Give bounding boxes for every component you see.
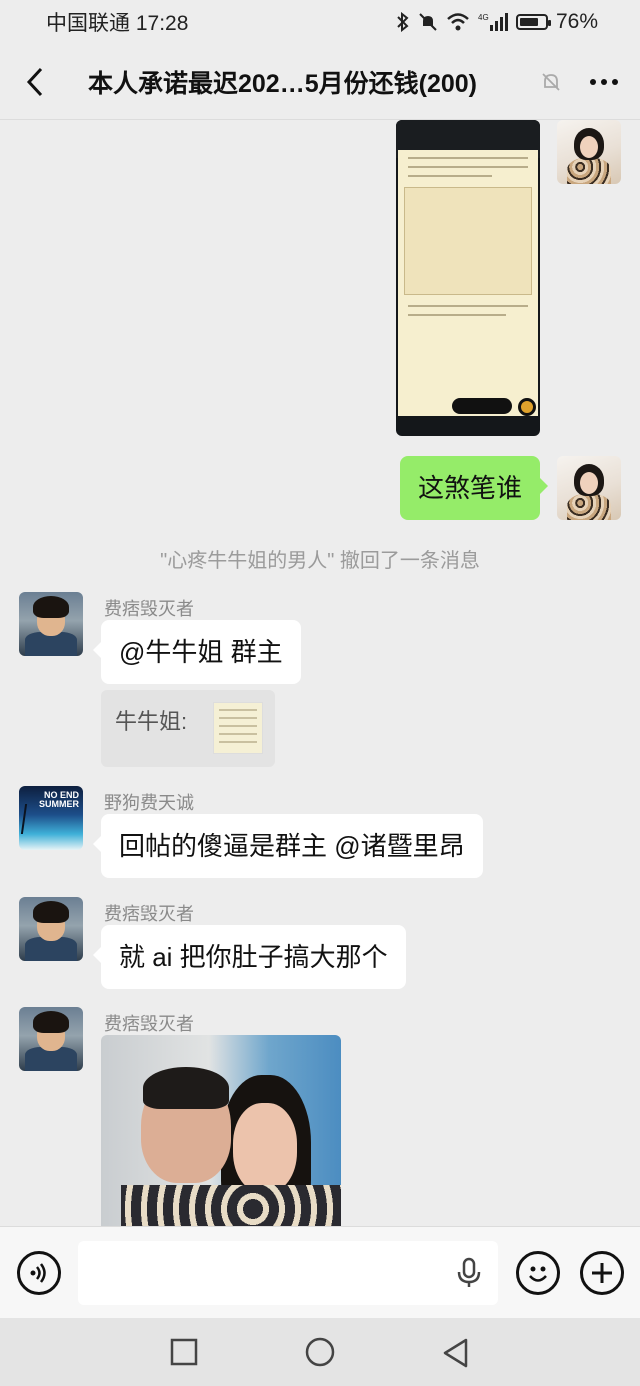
back-button[interactable] — [0, 44, 70, 120]
avatar-self[interactable] — [557, 456, 621, 520]
battery-fill — [519, 18, 539, 26]
message-bubble[interactable]: 回帖的傻逼是群主 @诸暨里昂 — [93, 814, 483, 878]
chevron-left-icon — [26, 67, 43, 96]
emoji-button[interactable] — [516, 1251, 560, 1295]
chat-area[interactable]: 这煞笔谁 "心疼牛牛姐的男人" 撤回了一条消息 费痞毁灭者 @牛牛姐 群主 牛牛… — [0, 120, 640, 1226]
message-input[interactable] — [78, 1241, 498, 1305]
status-icons: 4G 76% — [396, 10, 598, 34]
sent-message-bubble[interactable]: 这煞笔谁 — [399, 456, 549, 520]
battery-percent: 76% — [555, 10, 598, 33]
chat-title: 本人承诺最迟202…5月份还钱(200) — [88, 69, 477, 98]
avatar-fei[interactable] — [19, 897, 83, 961]
bluetooth-icon — [397, 12, 409, 32]
avatar-fei[interactable] — [19, 592, 83, 656]
home-icon[interactable] — [305, 1337, 335, 1367]
mute-bell-icon — [419, 13, 437, 31]
avatar-yegou[interactable]: NO END SUMMER — [19, 786, 83, 850]
message-bubble[interactable]: @牛牛姐 群主 — [93, 620, 301, 684]
photo-message[interactable] — [101, 1035, 341, 1226]
battery-icon — [515, 14, 551, 30]
plus-icon — [592, 1263, 612, 1283]
quote-label: 牛牛姐: — [115, 709, 188, 734]
more-options-button[interactable] — [568, 44, 640, 120]
sender-name: 费痞毁灭者 — [104, 904, 194, 924]
sender-name: 费痞毁灭者 — [104, 1014, 194, 1034]
signal-icon: 4G — [478, 13, 508, 31]
microphone-icon — [457, 1257, 481, 1287]
smiley-icon — [529, 1266, 547, 1282]
quoted-message[interactable]: 牛牛姐: — [101, 690, 275, 767]
back-triangle-icon[interactable] — [442, 1338, 470, 1368]
message-bubble[interactable]: 就 ai 把你肚子搞大那个 — [93, 925, 406, 989]
muted-icon — [534, 71, 568, 93]
input-bar — [0, 1226, 640, 1318]
avatar-summer-text: NO END SUMMER — [39, 790, 79, 809]
voice-mode-button[interactable] — [17, 1251, 61, 1295]
avatar-fei[interactable] — [19, 1007, 83, 1071]
carrier-time: 中国联通 17:28 — [46, 12, 189, 35]
system-navigation-bar — [0, 1318, 640, 1386]
svg-text:4G: 4G — [478, 13, 489, 22]
sent-screenshot-image[interactable] — [396, 120, 540, 436]
avatar-self[interactable] — [557, 120, 621, 184]
microphone-button[interactable] — [456, 1257, 482, 1294]
wifi-icon — [447, 13, 469, 31]
recall-notice: "心疼牛牛姐的男人" 撤回了一条消息 — [160, 550, 480, 572]
quote-thumbnail — [213, 702, 263, 754]
recent-apps-icon[interactable] — [170, 1338, 198, 1366]
chat-header: 本人承诺最迟202…5月份还钱(200) — [0, 44, 640, 120]
sender-name: 野狗费天诚 — [104, 793, 194, 813]
status-bar: 中国联通 17:28 4G 76% — [0, 0, 640, 44]
more-functions-button[interactable] — [580, 1251, 624, 1295]
voice-icon — [30, 1263, 46, 1283]
sender-name: 费痞毁灭者 — [104, 599, 194, 619]
